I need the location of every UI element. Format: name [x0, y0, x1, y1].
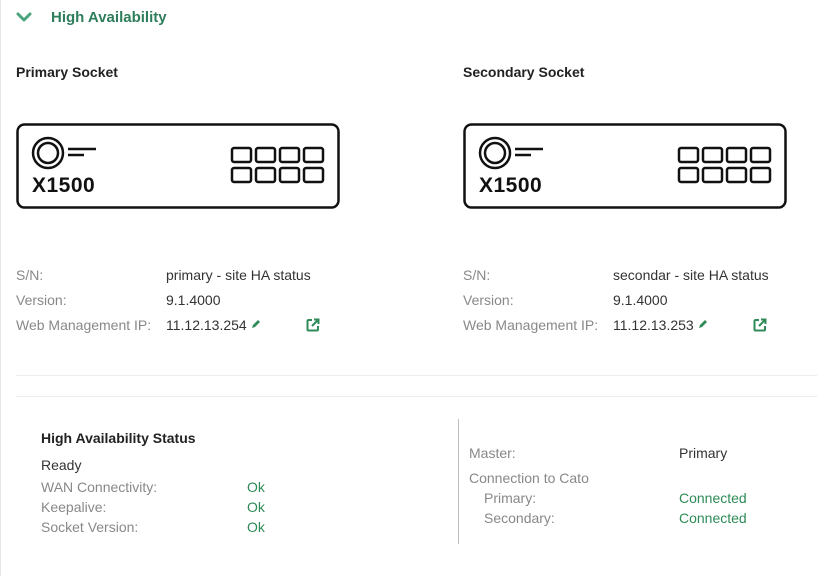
primary-ip-value-wrap: 11.12.13.254 [166, 317, 261, 333]
external-link-icon[interactable] [306, 318, 320, 332]
chevron-down-icon[interactable] [16, 11, 32, 23]
secondary-sn-value: secondar - site HA status [613, 266, 769, 283]
master-panel: Master: Primary Connection to Cato Prima… [469, 443, 799, 528]
external-link-icon[interactable] [753, 318, 767, 332]
edit-pencil-icon[interactable] [698, 316, 708, 328]
primary-model-label: X1500 [32, 174, 96, 197]
primary-socket-title: Primary Socket [16, 64, 118, 80]
primary-sn-value: primary - site HA status [166, 266, 311, 283]
primary-sn-label: S/N: [16, 266, 44, 283]
ha-row-label: WAN Connectivity: [41, 479, 158, 495]
ha-status-row: WAN Connectivity: Ok [41, 477, 441, 497]
ha-row-value: Ok [247, 519, 265, 535]
ha-status-row: Keepalive: Ok [41, 497, 441, 517]
secondary-info: S/N: secondar - site HA status Version: … [463, 262, 803, 337]
secondary-ip-row: Web Management IP: 11.12.13.253 [463, 312, 803, 337]
primary-version-label: Version: [16, 291, 67, 308]
connection-row-value: Connected [679, 490, 747, 506]
section-title: High Availability [51, 8, 167, 26]
primary-device-diagram: X1500 [16, 123, 340, 209]
secondary-version-value: 9.1.4000 [613, 291, 668, 308]
primary-version-value: 9.1.4000 [166, 291, 221, 308]
primary-socket-panel: Primary Socket X1500 S/N: primary - site… [16, 64, 346, 333]
secondary-version-row: Version: 9.1.4000 [463, 287, 803, 312]
secondary-ip-label: Web Management IP: [463, 316, 599, 333]
ha-row-label: Keepalive: [41, 499, 107, 515]
connection-row: Secondary: Connected [469, 508, 799, 528]
ha-status-title: High Availability Status [41, 430, 196, 446]
secondary-sn-row: S/N: secondar - site HA status [463, 262, 803, 287]
primary-ip-row: Web Management IP: 11.12.13.254 [16, 312, 356, 337]
connection-row-label: Secondary: [484, 510, 555, 526]
ha-status-row: Socket Version: Ok [41, 517, 441, 537]
ha-row-value: Ok [247, 479, 265, 495]
ha-row-value: Ok [247, 499, 265, 515]
master-row: Master: Primary [469, 443, 799, 463]
primary-ip-value: 11.12.13.254 [166, 316, 247, 333]
ha-row-label: Socket Version: [41, 519, 139, 535]
secondary-device-diagram: X1500 [463, 123, 787, 209]
connection-label: Connection to Cato [469, 470, 589, 486]
section-header[interactable]: High Availability [16, 6, 167, 28]
master-label: Master: [469, 445, 516, 461]
primary-version-row: Version: 9.1.4000 [16, 287, 356, 312]
connection-heading-row: Connection to Cato [469, 468, 799, 488]
connection-row: Primary: Connected [469, 488, 799, 508]
divider [16, 396, 817, 397]
connection-row-label: Primary: [484, 490, 537, 506]
primary-info: S/N: primary - site HA status Version: 9… [16, 262, 356, 337]
secondary-model-label: X1500 [479, 174, 543, 197]
ha-status-panel: High Availability Status Ready WAN Conne… [41, 430, 441, 537]
vertical-divider [458, 419, 459, 544]
ha-status-state: Ready [41, 457, 82, 473]
secondary-socket-title: Secondary Socket [463, 64, 585, 80]
primary-ip-label: Web Management IP: [16, 316, 152, 333]
edit-pencil-icon[interactable] [251, 316, 261, 328]
divider [16, 375, 817, 376]
connection-row-value: Connected [679, 510, 747, 526]
left-rule [0, 0, 1, 576]
secondary-ip-value: 11.12.13.253 [613, 316, 694, 333]
secondary-version-label: Version: [463, 291, 514, 308]
master-value: Primary [679, 445, 728, 461]
secondary-sn-label: S/N: [463, 266, 491, 283]
secondary-ip-value-wrap: 11.12.13.253 [613, 317, 708, 333]
secondary-socket-panel: Secondary Socket X1500 S/N: secondar - s… [463, 64, 793, 333]
primary-sn-row: S/N: primary - site HA status [16, 262, 356, 287]
